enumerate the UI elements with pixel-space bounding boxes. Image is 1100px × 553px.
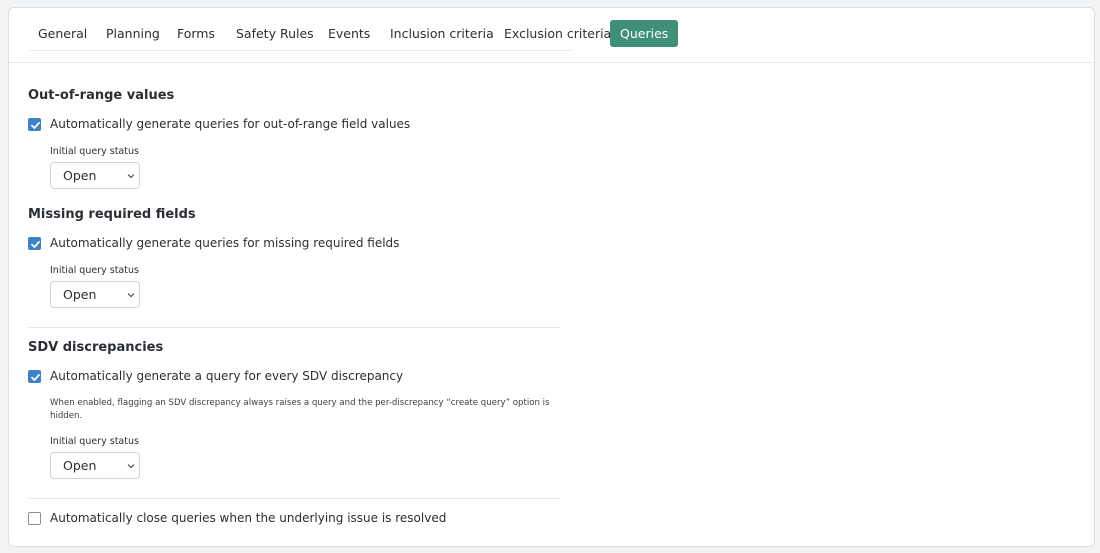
select-value: Open: [63, 458, 97, 473]
section-title-out-of-range: Out-of-range values: [28, 88, 175, 103]
tab-forms[interactable]: Forms: [177, 20, 215, 47]
select-value: Open: [63, 168, 97, 183]
tab-safety-rules[interactable]: Safety Rules: [236, 20, 314, 47]
chevron-down-icon: [127, 174, 135, 179]
missing-required-status-select[interactable]: Open: [50, 281, 140, 308]
sdv-checkbox[interactable]: [28, 370, 41, 383]
section-title-sdv: SDV discrepancies: [28, 340, 164, 355]
section-divider: [28, 327, 561, 328]
auto-close-checkbox-label[interactable]: Automatically close queries when the und…: [50, 511, 446, 525]
out-of-range-status-select[interactable]: Open: [50, 162, 140, 189]
tab-exclusion-criteria[interactable]: Exclusion criteria: [504, 20, 611, 47]
missing-required-checkbox-label[interactable]: Automatically generate queries for missi…: [50, 236, 399, 250]
missing-required-checkbox[interactable]: [28, 237, 41, 250]
chevron-down-icon: [127, 293, 135, 298]
section-title-missing-required: Missing required fields: [28, 207, 196, 222]
tab-bar: General Planning Forms Safety Rules Even…: [9, 8, 1094, 63]
section-divider: [28, 498, 561, 499]
tab-events[interactable]: Events: [328, 20, 370, 47]
chevron-down-icon: [127, 464, 135, 469]
check-icon: [31, 374, 40, 381]
out-of-range-checkbox-label[interactable]: Automatically generate queries for out-o…: [50, 117, 410, 131]
sdv-help-text: When enabled, flagging an SDV discrepanc…: [50, 398, 550, 421]
sdv-checkbox-label[interactable]: Automatically generate a query for every…: [50, 369, 403, 383]
auto-close-checkbox[interactable]: [28, 512, 41, 525]
missing-required-status-label: Initial query status: [50, 265, 139, 276]
select-value: Open: [63, 287, 97, 302]
tab-general[interactable]: General: [38, 20, 87, 47]
sdv-status-label: Initial query status: [50, 436, 139, 447]
sdv-status-select[interactable]: Open: [50, 452, 140, 479]
tab-queries[interactable]: Queries: [610, 20, 679, 47]
tab-inclusion-criteria[interactable]: Inclusion criteria: [390, 20, 494, 47]
out-of-range-checkbox[interactable]: [28, 118, 41, 131]
out-of-range-status-label: Initial query status: [50, 146, 139, 157]
check-icon: [31, 122, 40, 129]
settings-panel: General Planning Forms Safety Rules Even…: [8, 7, 1095, 547]
check-icon: [31, 241, 40, 248]
tab-planning[interactable]: Planning: [106, 20, 160, 47]
